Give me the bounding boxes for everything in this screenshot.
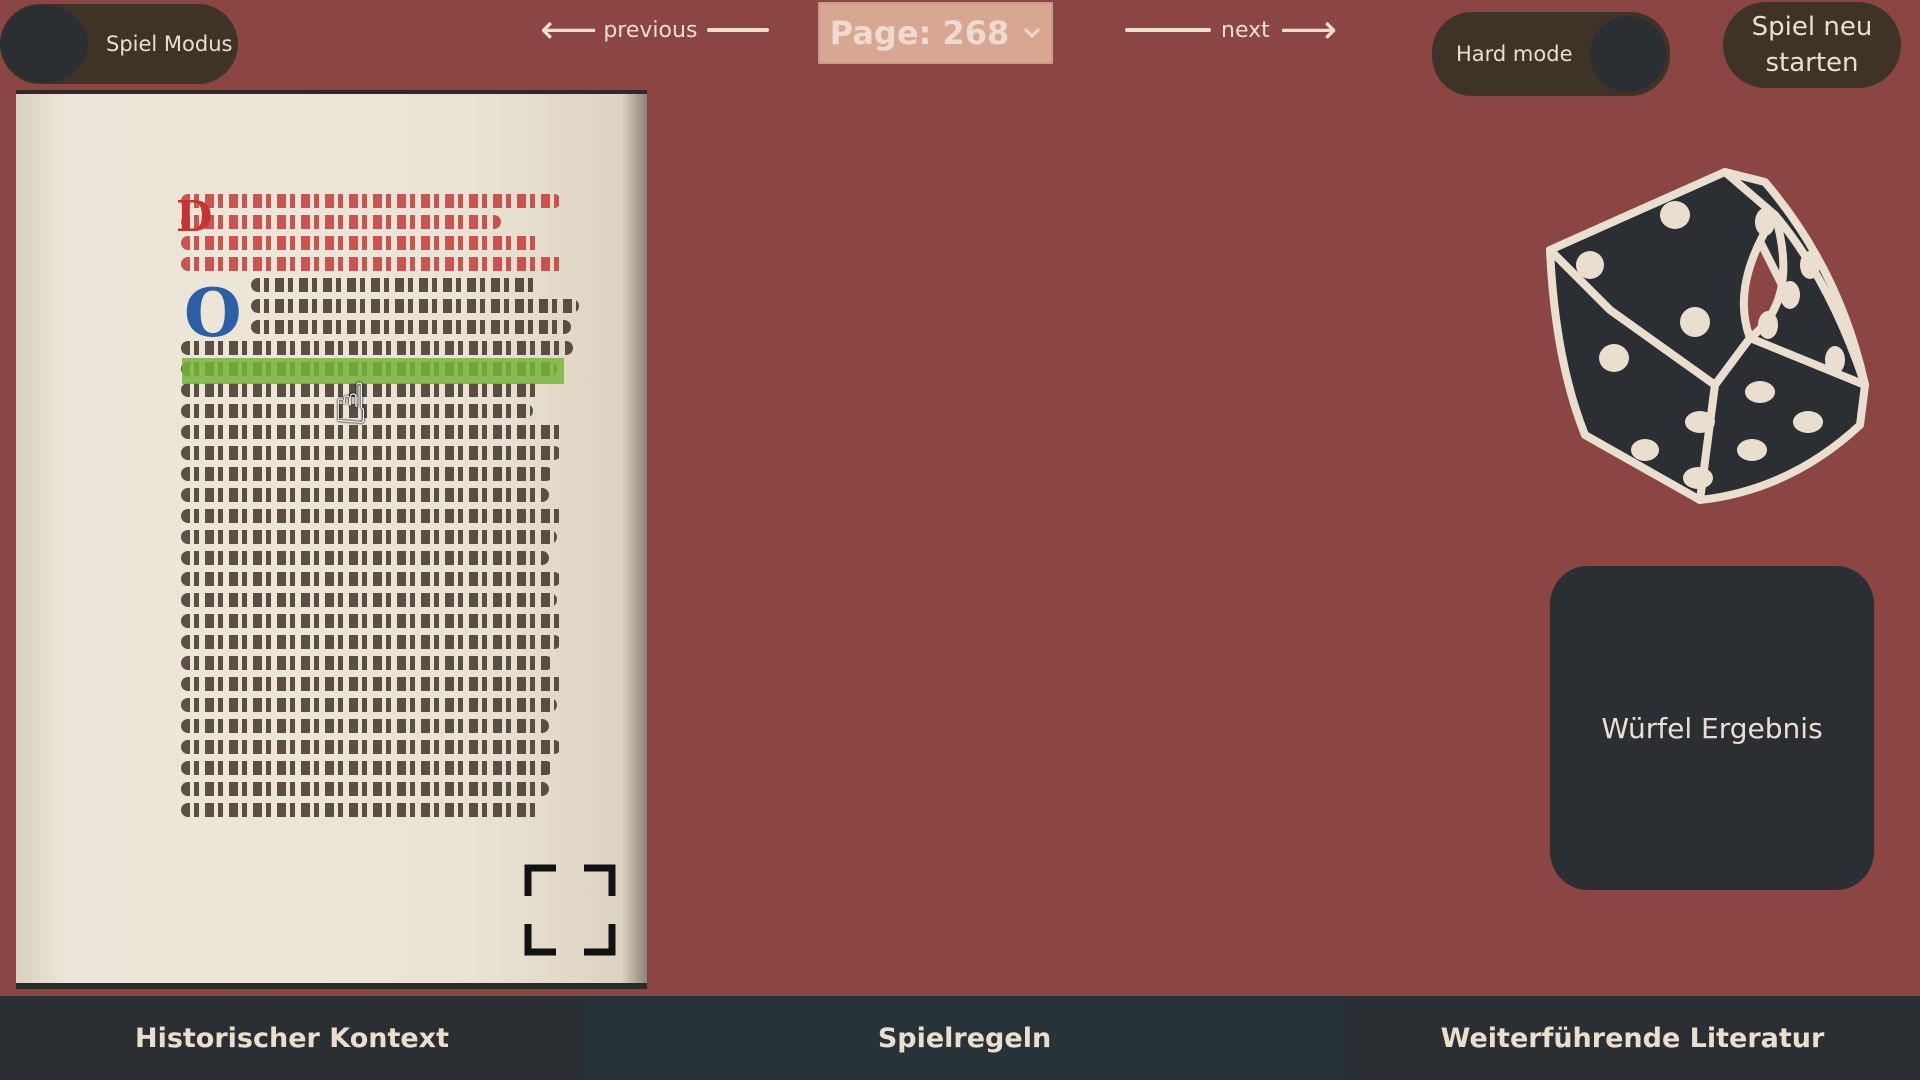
text-line (181, 740, 561, 754)
text-line (181, 761, 553, 775)
previous-label: previous (603, 17, 698, 43)
next-label: next (1221, 17, 1270, 43)
text-line (181, 782, 549, 796)
text-line (181, 593, 557, 607)
text-line (181, 425, 565, 439)
tab-weiterfuehrende-literatur[interactable]: Weiterführende Literatur (1345, 996, 1920, 1080)
text-line (251, 278, 539, 292)
dice-icon[interactable] (1540, 160, 1880, 510)
page-select-dropdown[interactable]: Page: 268 (818, 2, 1053, 64)
bottom-navigation: Historischer Kontext Spielregeln Weiterf… (0, 996, 1920, 1080)
spiel-modus-label: Spiel Modus (106, 32, 233, 56)
divider-line (707, 28, 770, 32)
hard-mode-label: Hard mode (1456, 42, 1573, 66)
text-line (181, 530, 557, 544)
dice-result-label: Würfel Ergebnis (1601, 711, 1823, 745)
text-line (251, 320, 571, 334)
text-line (251, 299, 579, 313)
dice-result-box: Würfel Ergebnis (1550, 566, 1874, 890)
text-line (181, 509, 565, 523)
text-line (181, 236, 541, 250)
text-line (181, 194, 561, 208)
toggle-knob (0, 5, 88, 83)
tab-historischer-kontext[interactable]: Historischer Kontext (0, 996, 584, 1080)
text-line (181, 656, 553, 670)
arrow-left-icon: ⟵ (540, 7, 598, 53)
restart-game-button[interactable]: Spiel neu starten (1723, 2, 1901, 88)
highlighted-line[interactable] (182, 358, 564, 384)
divider-line (1125, 28, 1211, 32)
text-line (181, 257, 565, 271)
text-line (181, 341, 573, 355)
text-line (181, 551, 549, 565)
tab-spielregeln[interactable]: Spielregeln (584, 996, 1345, 1080)
text-line (181, 677, 565, 691)
text-line (181, 488, 549, 502)
hand-cursor-icon: ☝ (334, 372, 369, 437)
hard-mode-toggle[interactable]: Hard mode (1432, 12, 1670, 96)
spiel-modus-toggle[interactable]: Spiel Modus (0, 4, 238, 84)
text-line (181, 698, 557, 712)
arrow-right-icon: ⟶ (1279, 7, 1338, 53)
next-page-link[interactable]: next ⟶ (1125, 10, 1337, 50)
toggle-knob (1590, 16, 1666, 92)
text-line (181, 467, 553, 481)
text-line (181, 446, 561, 460)
manuscript-text (181, 194, 581, 824)
manuscript-page-image: D O ☝ (16, 90, 647, 989)
previous-page-link[interactable]: ⟵ previous (540, 7, 770, 53)
text-line (181, 614, 565, 628)
text-line (181, 572, 561, 586)
text-line (181, 719, 549, 733)
text-line (181, 215, 501, 229)
text-line (181, 635, 561, 649)
page-select-value: Page: 268 (829, 14, 1010, 52)
chevron-down-icon (1024, 27, 1041, 39)
text-line (181, 803, 541, 817)
fullscreen-icon[interactable] (522, 862, 618, 958)
